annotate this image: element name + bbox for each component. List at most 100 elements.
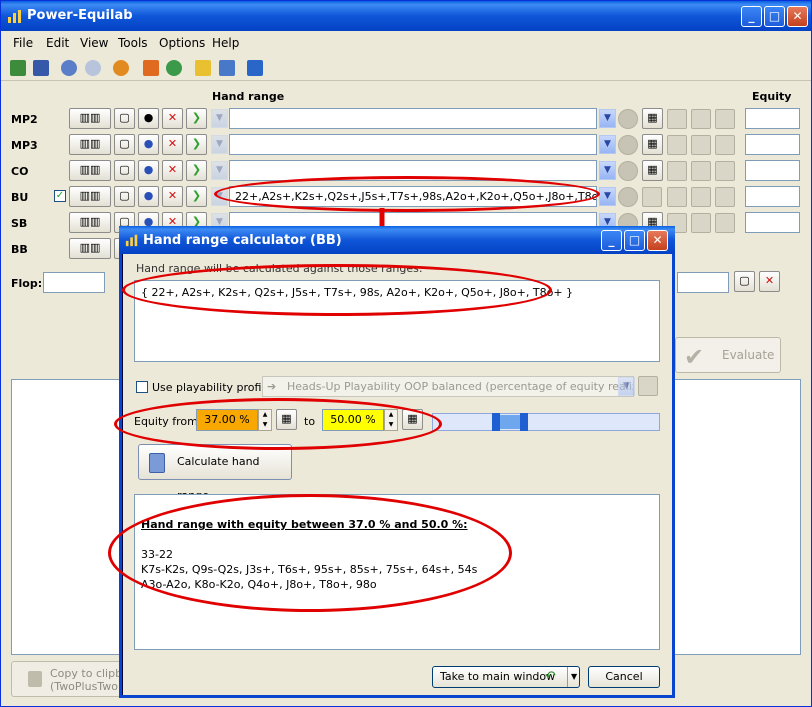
- arrow-right-icon[interactable]: ❯: [186, 186, 207, 207]
- range-input[interactable]: [229, 160, 597, 181]
- square-icon[interactable]: [667, 187, 687, 207]
- evaluate-button[interactable]: ✔ Evaluate: [675, 337, 781, 373]
- chevron-down-icon[interactable]: ▼: [599, 161, 616, 180]
- equity-range-slider[interactable]: [432, 413, 660, 431]
- equity-field[interactable]: [745, 160, 800, 181]
- range-input[interactable]: [229, 134, 597, 155]
- clear-icon[interactable]: ✕: [162, 160, 183, 181]
- chevron-down-icon[interactable]: ▼: [211, 135, 228, 154]
- equity-field[interactable]: [745, 134, 800, 155]
- equity-from-spinner[interactable]: ▲ ▼: [258, 409, 272, 431]
- settings-icon[interactable]: [113, 60, 129, 76]
- chips-icon[interactable]: ●: [138, 186, 159, 207]
- clear-icon[interactable]: ✕: [162, 186, 183, 207]
- edit-profile-icon[interactable]: [638, 376, 658, 396]
- range-input[interactable]: 22+,A2s+,K2s+,Q2s+,J5s+,T7s+,98s,A2o+,K2…: [229, 186, 597, 207]
- square-icon[interactable]: [667, 109, 687, 129]
- card-icon[interactable]: ▢: [734, 271, 755, 292]
- equity-from-input[interactable]: 37.00 %: [196, 409, 258, 431]
- chevron-down-icon[interactable]: ▼: [599, 187, 616, 206]
- calculate-hand-range-button[interactable]: Calculate hand range: [138, 444, 292, 502]
- range-matrix-icon[interactable]: ▥▥: [69, 212, 111, 233]
- circle-icon[interactable]: [618, 161, 638, 181]
- bars-icon[interactable]: [715, 213, 735, 233]
- arrow-right-icon[interactable]: ❯: [186, 134, 207, 155]
- menu-edit[interactable]: Edit: [46, 36, 69, 50]
- minimize-button[interactable]: _: [741, 6, 762, 27]
- range-matrix-icon[interactable]: ▥▥: [69, 160, 111, 181]
- book-icon[interactable]: [247, 60, 263, 76]
- redo-icon[interactable]: [85, 60, 101, 76]
- copy-to-clipboard-button[interactable]: Copy to clipbo (TwoPlusTwo: [11, 661, 121, 697]
- chat-icon[interactable]: [642, 187, 662, 207]
- take-to-main-window-button[interactable]: Take to main window ↶ ▼: [432, 666, 580, 688]
- hand-icon[interactable]: [691, 109, 711, 129]
- calculator-icon[interactable]: ▦: [642, 160, 663, 181]
- range-matrix-icon[interactable]: ▥▥: [69, 108, 111, 129]
- flop-input[interactable]: [43, 272, 105, 293]
- range-matrix-icon[interactable]: ▥▥: [69, 134, 111, 155]
- card-icon[interactable]: ▢: [114, 134, 135, 155]
- active-checkbox[interactable]: ✓: [54, 190, 66, 202]
- square-icon[interactable]: [667, 135, 687, 155]
- chips-icon[interactable]: ●: [138, 134, 159, 155]
- circle-icon[interactable]: [618, 135, 638, 155]
- calculator-icon[interactable]: ▦: [402, 409, 423, 430]
- menu-tools[interactable]: Tools: [118, 36, 148, 50]
- hand-icon[interactable]: [691, 213, 711, 233]
- card-icon[interactable]: ▢: [114, 160, 135, 181]
- hand-icon[interactable]: [691, 135, 711, 155]
- bars-icon[interactable]: [715, 187, 735, 207]
- playability-select[interactable]: ➔ Heads-Up Playability OOP balanced (per…: [262, 376, 634, 397]
- chevron-down-icon[interactable]: ▼: [567, 667, 577, 687]
- undo-icon[interactable]: [61, 60, 77, 76]
- hand-icon[interactable]: [691, 161, 711, 181]
- circle-icon[interactable]: [618, 187, 638, 207]
- clear-icon[interactable]: ✕: [162, 108, 183, 129]
- equity-field[interactable]: [745, 186, 800, 207]
- calculator-icon[interactable]: ▦: [276, 409, 297, 430]
- square-icon[interactable]: [667, 161, 687, 181]
- chevron-down-icon[interactable]: ▼: [599, 109, 616, 128]
- menu-options[interactable]: Options: [159, 36, 205, 50]
- chevron-down-icon[interactable]: ▼: [211, 187, 228, 206]
- chevron-down-icon[interactable]: ▼: [211, 161, 228, 180]
- range-matrix-icon[interactable]: ▥▥: [69, 238, 111, 259]
- bars-icon[interactable]: [715, 135, 735, 155]
- arrow-right-icon[interactable]: ❯: [186, 108, 207, 129]
- chips-icon[interactable]: ●: [138, 108, 159, 129]
- slider-thumb-from[interactable]: [492, 413, 500, 431]
- bars-icon[interactable]: [715, 161, 735, 181]
- river-input[interactable]: [677, 272, 729, 293]
- calculator-icon[interactable]: ▦: [642, 134, 663, 155]
- menu-view[interactable]: View: [80, 36, 108, 50]
- save-icon[interactable]: [33, 60, 49, 76]
- open-icon[interactable]: [10, 60, 26, 76]
- chevron-down-icon[interactable]: ▼: [211, 109, 228, 128]
- chevron-down-icon[interactable]: ▼: [599, 135, 616, 154]
- slider-thumb-to[interactable]: [520, 413, 528, 431]
- circle-icon[interactable]: [618, 109, 638, 129]
- bars-icon[interactable]: [715, 109, 735, 129]
- close-button[interactable]: ✕: [787, 6, 808, 27]
- hand-icon[interactable]: [143, 60, 159, 76]
- calculator-icon[interactable]: ▦: [642, 108, 663, 129]
- refresh-icon[interactable]: [166, 60, 182, 76]
- pen-icon[interactable]: [219, 60, 235, 76]
- clear-icon[interactable]: ✕: [759, 271, 780, 292]
- range-input[interactable]: [229, 108, 597, 129]
- menu-file[interactable]: File: [13, 36, 33, 50]
- range-matrix-icon[interactable]: ▥▥: [69, 186, 111, 207]
- maximize-button[interactable]: □: [624, 230, 645, 251]
- equity-to-spinner[interactable]: ▲ ▼: [384, 409, 398, 431]
- card-icon[interactable]: ▢: [114, 186, 135, 207]
- menu-help[interactable]: Help: [212, 36, 239, 50]
- pencil-icon[interactable]: [195, 60, 211, 76]
- card-icon[interactable]: ▢: [114, 108, 135, 129]
- maximize-button[interactable]: □: [764, 6, 785, 27]
- close-button[interactable]: ✕: [647, 230, 668, 251]
- chips-icon[interactable]: ●: [138, 160, 159, 181]
- cancel-button[interactable]: Cancel: [588, 666, 660, 688]
- minimize-button[interactable]: _: [601, 230, 622, 251]
- arrow-right-icon[interactable]: ❯: [186, 160, 207, 181]
